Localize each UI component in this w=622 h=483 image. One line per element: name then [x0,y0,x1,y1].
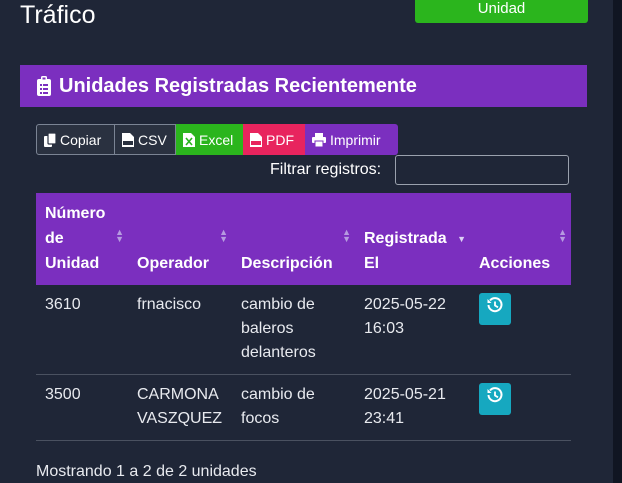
sort-icon: ▲ ▼ [115,227,124,244]
file-csv-icon [122,132,134,147]
filter-input[interactable] [395,155,569,185]
copy-button[interactable]: Copiar [36,124,115,155]
sort-icon: ▲ ▼ [219,227,228,244]
history-icon [487,297,503,321]
col-registrada-el[interactable]: Registrada El ▼ [355,193,470,285]
add-unidad-button[interactable]: Unidad [415,0,588,23]
table-header-row: Número de Unidad ▲ ▼ Operador ▲ ▼ Descripc… [36,193,571,285]
scrollbar[interactable] [613,0,622,483]
file-pdf-icon [250,132,262,147]
card-header: Unidades Registradas Recientemente [20,65,587,107]
export-buttons: Copiar CSV Excel PDF Imprimir [36,124,398,155]
history-button[interactable] [479,293,511,325]
page-title: Tráfico [20,1,96,29]
print-button[interactable]: Imprimir [305,124,398,155]
copy-label: Copiar [60,131,102,148]
print-label: Imprimir [330,131,381,148]
pdf-button[interactable]: PDF [243,124,305,155]
cell-acciones [470,374,571,441]
file-excel-icon [183,132,195,147]
cell-registrada: 2025-05-22 16:03 [355,285,470,375]
card-title: Unidades Registradas Recientemente [59,74,417,97]
excel-button[interactable]: Excel [176,124,243,155]
sort-desc-icon: ▼ [457,234,466,244]
cell-operador: CARMONA VASZQUEZ [128,374,232,441]
clipboard-list-icon [37,76,51,96]
table-row: 3500 CARMONA VASZQUEZ cambio de focos 20… [36,374,571,441]
cell-unidad: 3610 [36,285,128,375]
excel-label: Excel [199,131,234,148]
pdf-label: PDF [266,131,294,148]
sort-icon: ▲ ▼ [342,227,351,244]
copy-icon [44,131,57,147]
history-icon [487,387,503,411]
col-acciones[interactable]: Acciones ▲ ▼ [470,193,571,285]
csv-button[interactable]: CSV [115,124,176,155]
table-row: 3610 frnacisco cambio de baleros delante… [36,285,571,375]
cell-descripcion: cambio de baleros delanteros [232,285,355,375]
col-operador[interactable]: Operador ▲ ▼ [128,193,232,285]
cell-descripcion: cambio de focos [232,374,355,441]
cell-registrada: 2025-05-21 23:41 [355,374,470,441]
csv-label: CSV [138,131,167,148]
history-button[interactable] [479,383,511,415]
cell-operador: frnacisco [128,285,232,375]
units-table: Número de Unidad ▲ ▼ Operador ▲ ▼ Descripc… [36,193,571,441]
filter-label: Filtrar registros: [270,161,382,178]
cell-unidad: 3500 [36,374,128,441]
sort-icon: ▲ ▼ [558,227,567,244]
cell-acciones [470,285,571,375]
print-icon [312,132,326,147]
table-info: Mostrando 1 a 2 de 2 unidades [36,463,257,480]
col-descripcion[interactable]: Descripción ▲ ▼ [232,193,355,285]
col-numero-unidad[interactable]: Número de Unidad ▲ ▼ [36,193,128,285]
